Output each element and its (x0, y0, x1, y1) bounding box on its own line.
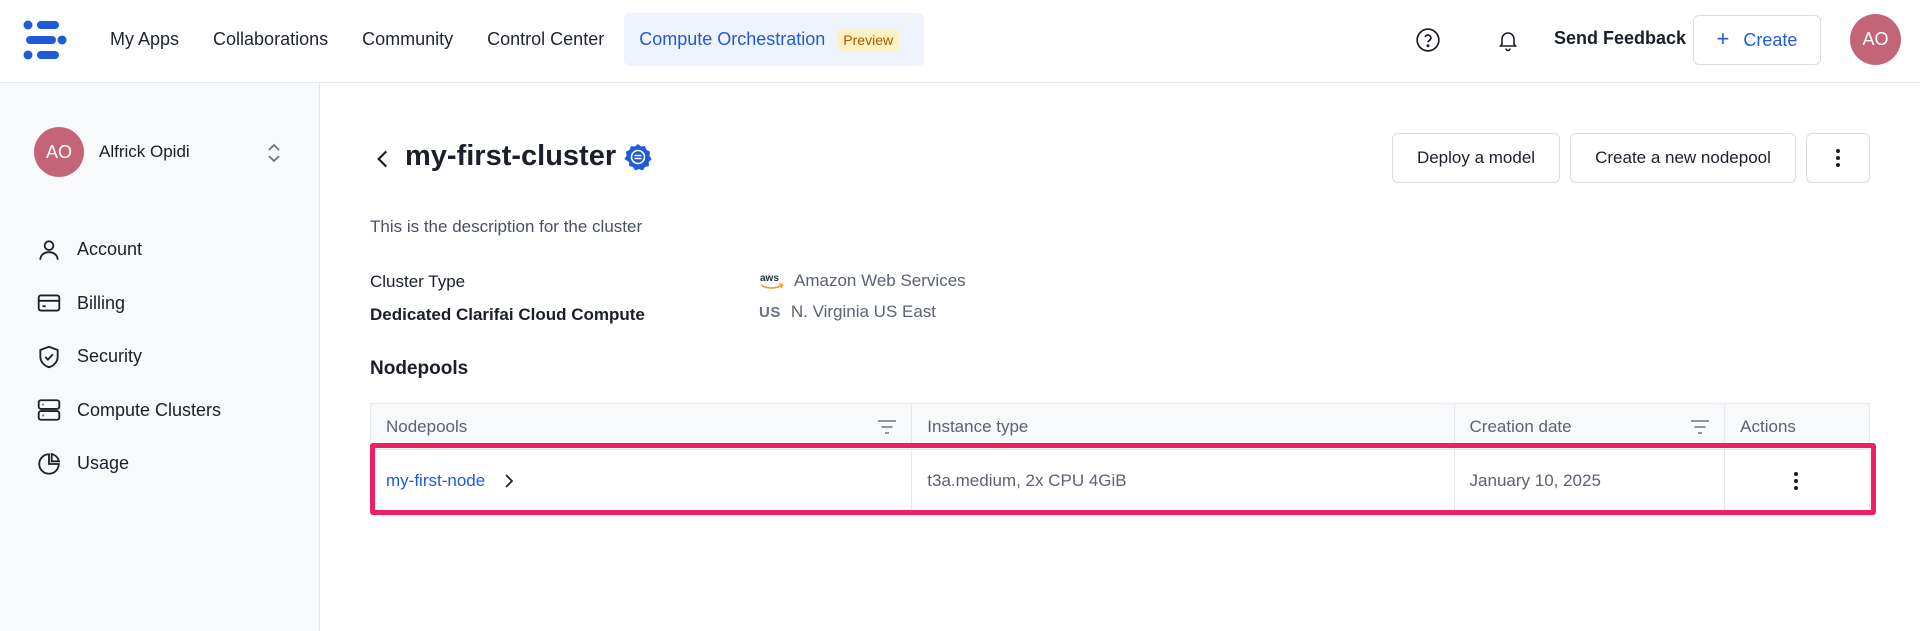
row-actions-icon[interactable] (1793, 471, 1799, 491)
more-options-button[interactable] (1806, 133, 1870, 183)
region-value: US N. Virginia US East (759, 302, 936, 322)
nodepool-link[interactable]: my-first-node (386, 471, 485, 491)
region-name: N. Virginia US East (790, 302, 937, 321)
nodepool-name-cell: my-first-node (371, 450, 913, 511)
top-navigation-bar: My Apps Collaborations Community Control… (0, 0, 1920, 83)
creation-date-cell: January 10, 2025 (1455, 450, 1726, 511)
nav-compute-orchestration-label: Compute Orchestration (639, 29, 826, 49)
sidebar-item-security[interactable]: Security (36, 330, 221, 384)
user-avatar[interactable]: AO (1850, 14, 1901, 65)
nav-compute-orchestration[interactable]: Compute Orchestration Preview (624, 13, 925, 66)
instance-type-cell: t3a.medium, 2x CPU 4GiB (912, 450, 1455, 511)
nav-community[interactable]: Community (345, 13, 470, 66)
notification-bell-icon[interactable] (1492, 24, 1524, 56)
filter-icon[interactable] (1690, 419, 1710, 435)
credit-card-icon (37, 294, 61, 312)
nodepools-table: Nodepools Instance type Creation date Ac… (370, 403, 1870, 512)
aws-logo-icon: aws (760, 273, 784, 289)
sidebar-menu: Account Billing Security Compute Cluster… (36, 223, 221, 491)
column-header-actions: Actions (1725, 404, 1869, 449)
send-feedback-link[interactable]: Send Feedback (1554, 28, 1686, 49)
cluster-type-label: Cluster Type (370, 272, 466, 291)
sidebar-item-billing[interactable]: Billing (36, 277, 221, 331)
sidebar-avatar: AO (34, 127, 84, 177)
nav-control-center[interactable]: Control Center (470, 13, 621, 66)
sidebar-item-label: Security (77, 346, 143, 367)
column-label: Creation date (1469, 416, 1572, 436)
create-button-label: Create (1743, 29, 1798, 50)
main-nav: My Apps Collaborations Community Control… (93, 13, 925, 66)
nav-collaborations[interactable]: Collaborations (196, 13, 345, 66)
plus-icon: + (1716, 25, 1730, 51)
shield-icon (39, 345, 59, 369)
compute-type-label: Dedicated Clarifai Cloud Compute (370, 305, 645, 324)
cluster-type-value: aws Amazon Web Services (759, 271, 966, 291)
server-icon (37, 399, 61, 421)
nodepools-section-title: Nodepools (370, 358, 469, 379)
sidebar-item-label: Account (77, 239, 143, 260)
sidebar-item-compute-clusters[interactable]: Compute Clusters (36, 384, 221, 438)
page-title: my-first-cluster (405, 140, 617, 172)
kubernetes-badge-icon (624, 144, 652, 171)
user-icon (39, 240, 59, 260)
deploy-model-button[interactable]: Deploy a model (1392, 133, 1560, 183)
help-icon[interactable] (1412, 24, 1444, 56)
filter-icon[interactable] (877, 419, 897, 435)
preview-badge: Preview (837, 28, 900, 51)
column-label: Actions (1740, 416, 1796, 436)
svg-text:aws: aws (760, 273, 779, 284)
clarifai-logo-icon[interactable] (22, 19, 68, 61)
create-button[interactable]: + Create (1693, 15, 1821, 65)
region-code: US (759, 303, 781, 321)
cluster-description: This is the description for the cluster (370, 217, 643, 236)
user-switcher[interactable]: AO Alfrick Opidi (34, 127, 284, 177)
nav-my-apps[interactable]: My Apps (93, 13, 196, 66)
user-name: Alfrick Opidi (99, 142, 190, 161)
sidebar-item-label: Usage (77, 453, 130, 474)
back-arrow-icon[interactable] (370, 146, 396, 172)
sidebar-item-usage[interactable]: Usage (36, 437, 221, 491)
chevron-right-icon[interactable] (503, 473, 515, 489)
column-header-nodepools: Nodepools (371, 404, 913, 449)
column-label: Nodepools (386, 416, 468, 436)
table-row[interactable]: my-first-node t3a.medium, 2x CPU 4GiB Ja… (370, 450, 1870, 512)
column-header-instance-type: Instance type (912, 404, 1455, 449)
column-label: Instance type (927, 416, 1029, 436)
sidebar-item-account[interactable]: Account (36, 223, 221, 277)
actions-cell (1725, 450, 1869, 511)
settings-sidebar: AO Alfrick Opidi Account Billing Securit… (0, 83, 320, 631)
vertical-dots-icon (1836, 149, 1840, 167)
sidebar-item-label: Compute Clusters (77, 399, 222, 420)
sidebar-item-label: Billing (77, 292, 126, 313)
chevron-up-down-icon (268, 143, 280, 163)
column-header-creation-date: Creation date (1455, 404, 1726, 449)
cluster-provider: Amazon Web Services (794, 271, 966, 290)
pie-chart-icon (38, 452, 61, 475)
create-nodepool-button[interactable]: Create a new nodepool (1570, 133, 1796, 183)
table-header: Nodepools Instance type Creation date Ac… (370, 403, 1870, 450)
